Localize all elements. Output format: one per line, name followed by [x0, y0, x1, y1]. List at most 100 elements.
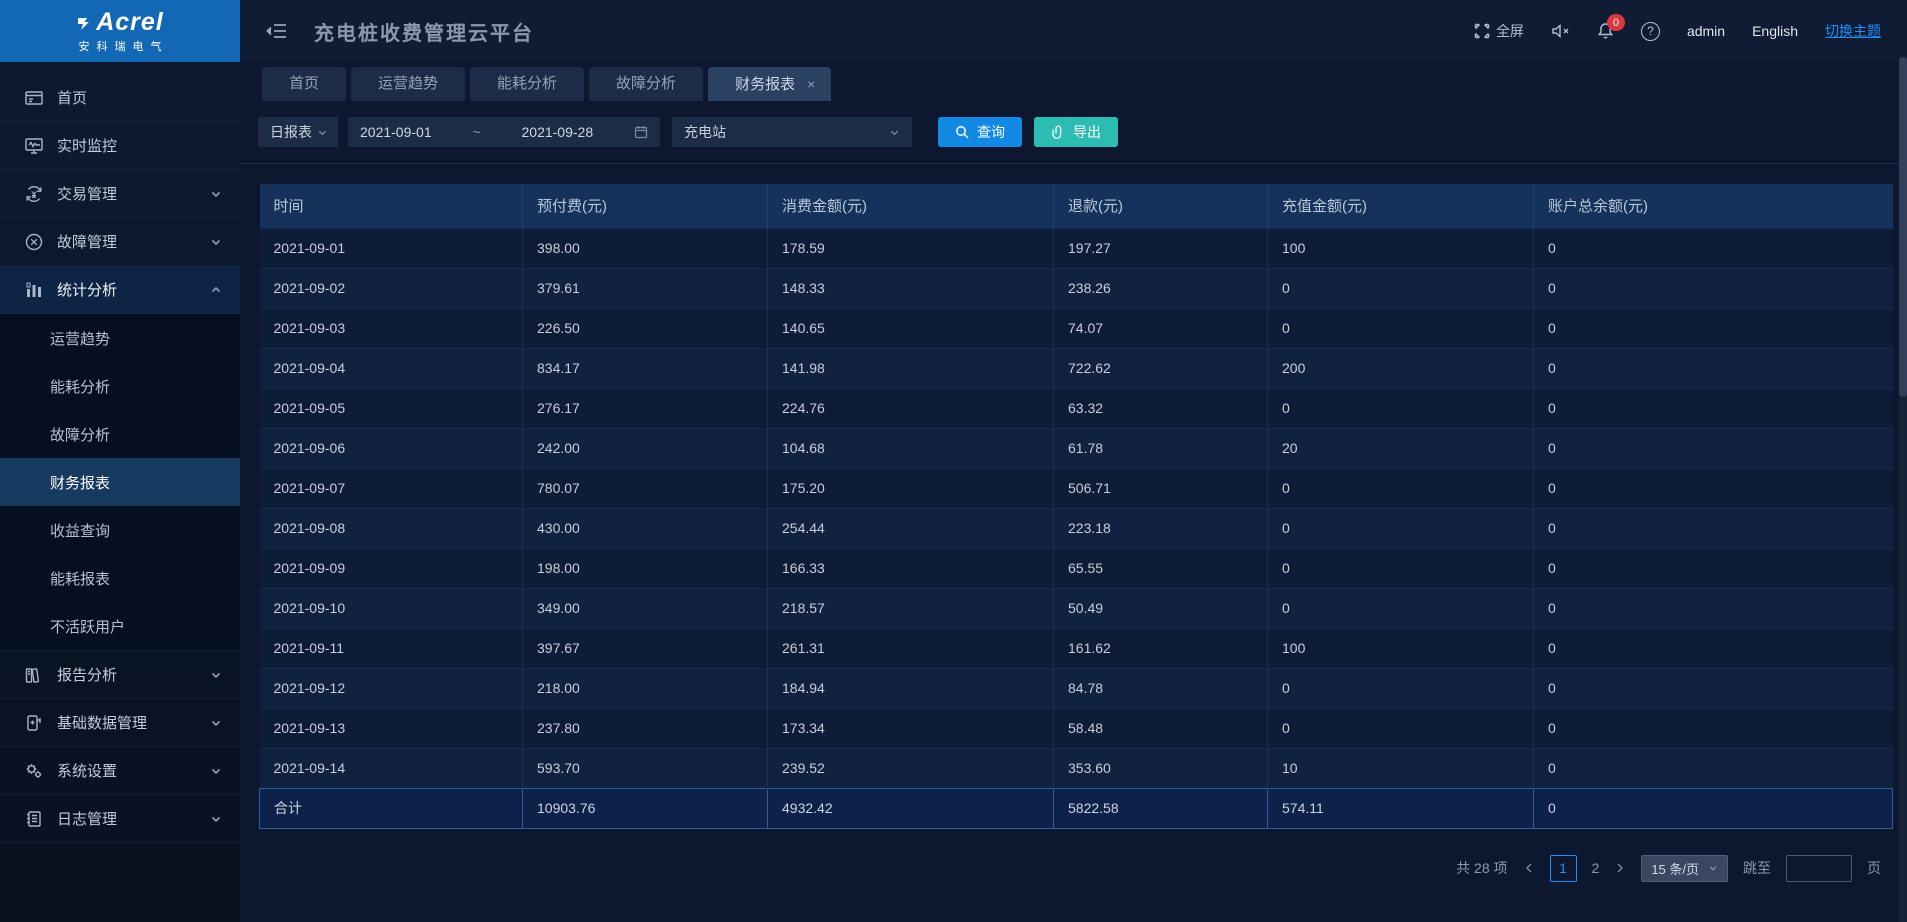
table-row: 2021-09-09198.00166.3365.5500 [260, 548, 1893, 588]
sidebar-item-financial-report[interactable]: 财务报表 [0, 458, 240, 506]
table-cell: 0 [1534, 388, 1893, 428]
tab-operation-trend[interactable]: 运营趋势 [351, 67, 465, 101]
table-cell: 175.20 [768, 468, 1054, 508]
sidebar-item-inactive-users[interactable]: 不活跃用户 [0, 602, 240, 650]
table-cell: 238.26 [1054, 268, 1268, 308]
language-switch[interactable]: English [1752, 23, 1798, 39]
table-cell: 223.18 [1054, 508, 1268, 548]
table-row: 2021-09-06242.00104.6861.78200 [260, 428, 1893, 468]
table-row: 2021-09-02379.61148.33238.2600 [260, 268, 1893, 308]
table-cell: 2021-09-05 [260, 388, 523, 428]
scrollbar-thumb[interactable] [1899, 57, 1907, 397]
fault-icon [24, 232, 44, 252]
sidebar-item-energy-report[interactable]: 能耗报表 [0, 554, 240, 602]
next-page-icon[interactable] [1614, 862, 1626, 874]
date-range-picker[interactable]: 2021-09-01 ~ 2021-09-28 [348, 117, 660, 147]
help-icon[interactable]: ? [1641, 22, 1660, 41]
table-cell: 0 [1268, 468, 1534, 508]
table-cell: 58.48 [1054, 708, 1268, 748]
report-type-select[interactable]: 日报表 [258, 117, 338, 147]
scrollbar[interactable] [1899, 57, 1907, 922]
sidebar-item-label: 交易管理 [57, 183, 117, 204]
table-cell: 74.07 [1054, 308, 1268, 348]
station-placeholder: 充电站 [684, 122, 726, 142]
table-cell: 506.71 [1054, 468, 1268, 508]
table-cell: 0 [1268, 708, 1534, 748]
summary-cell: 574.11 [1268, 788, 1534, 828]
notification-badge: 0 [1607, 14, 1625, 31]
sidebar-item-transactions[interactable]: 交易管理 [0, 170, 240, 218]
table-row: 2021-09-12218.00184.9484.7800 [260, 668, 1893, 708]
theme-switch-link[interactable]: 切换主题 [1825, 21, 1881, 41]
table-cell: 84.78 [1054, 668, 1268, 708]
statistics-icon [24, 280, 44, 300]
sidebar-item-faults[interactable]: 故障管理 [0, 218, 240, 266]
sidebar-item-energy-analysis[interactable]: 能耗分析 [0, 362, 240, 410]
table-cell: 20 [1268, 428, 1534, 468]
table-cell: 0 [1534, 508, 1893, 548]
sidebar-item-revenue-query[interactable]: 收益查询 [0, 506, 240, 554]
monitor-icon [24, 136, 44, 156]
table-cell: 0 [1268, 268, 1534, 308]
sidebar-item-label: 系统设置 [57, 760, 117, 781]
chevron-down-icon [210, 669, 222, 681]
tab-fault-analysis[interactable]: 故障分析 [589, 67, 703, 101]
sidebar-item-statistics[interactable]: 统计分析 [0, 266, 240, 314]
log-icon [24, 809, 44, 829]
table-row: 2021-09-10349.00218.5750.4900 [260, 588, 1893, 628]
table-cell: 379.61 [523, 268, 768, 308]
prev-page-icon[interactable] [1523, 862, 1535, 874]
sidebar-item-log-management[interactable]: 日志管理 [0, 795, 240, 843]
tab-energy-analysis[interactable]: 能耗分析 [470, 67, 584, 101]
logo-text: Acrel [96, 8, 164, 37]
summary-cell: 5822.58 [1054, 788, 1268, 828]
table-cell: 430.00 [523, 508, 768, 548]
sidebar-item-system-settings[interactable]: 系统设置 [0, 747, 240, 795]
export-button[interactable]: 导出 [1034, 117, 1118, 147]
tab-home[interactable]: 首页 [262, 67, 346, 101]
notifications-button[interactable]: 0 [1597, 22, 1614, 40]
sidebar-item-base-data[interactable]: 基础数据管理 [0, 699, 240, 747]
table-cell: 184.94 [768, 668, 1054, 708]
financial-report-table: 时间 预付费(元) 消费金额(元) 退款(元) 充值金额(元) 账户总余额(元)… [259, 184, 1893, 829]
jump-page-input[interactable] [1786, 855, 1852, 882]
sidebar-item-realtime-monitor[interactable]: 实时监控 [0, 122, 240, 170]
page-size-select[interactable]: 15 条/页 [1641, 855, 1728, 882]
sidebar-item-label: 统计分析 [57, 279, 117, 300]
table-cell: 0 [1534, 428, 1893, 468]
tab-label: 财务报表 [735, 76, 795, 93]
page-unit-label: 页 [1867, 858, 1881, 878]
sidebar-item-fault-analysis[interactable]: 故障分析 [0, 410, 240, 458]
station-select[interactable]: 充电站 [672, 117, 912, 147]
summary-cell: 0 [1534, 788, 1893, 828]
fullscreen-icon [1474, 23, 1490, 39]
query-label: 查询 [977, 122, 1005, 142]
mute-button[interactable] [1551, 23, 1570, 39]
sidebar-item-operation-trend[interactable]: 运营趋势 [0, 314, 240, 362]
query-button[interactable]: 查询 [938, 117, 1022, 147]
summary-cell: 10903.76 [523, 788, 768, 828]
table-cell: 198.00 [523, 548, 768, 588]
page-size-value: 15 条/页 [1651, 859, 1699, 878]
table-cell: 2021-09-14 [260, 748, 523, 788]
user-menu[interactable]: admin [1687, 23, 1725, 39]
close-icon[interactable]: × [807, 76, 815, 92]
page-number[interactable]: 2 [1592, 860, 1600, 876]
sidebar-item-home[interactable]: 首页 [0, 74, 240, 122]
table-cell: 140.65 [768, 308, 1054, 348]
table-cell: 0 [1534, 588, 1893, 628]
transaction-icon [24, 184, 44, 204]
table-cell: 148.33 [768, 268, 1054, 308]
menu-fold-icon[interactable] [266, 22, 288, 40]
report-table-container: 时间 预付费(元) 消费金额(元) 退款(元) 充值金额(元) 账户总余额(元)… [259, 184, 1893, 829]
fullscreen-button[interactable]: 全屏 [1474, 21, 1524, 41]
page-number-current[interactable]: 1 [1550, 855, 1577, 882]
table-cell: 261.31 [768, 628, 1054, 668]
tab-label: 运营趋势 [378, 75, 438, 92]
sidebar-item-label: 故障管理 [57, 231, 117, 252]
tab-financial-report[interactable]: 财务报表 × [708, 67, 831, 101]
table-cell: 0 [1268, 588, 1534, 628]
sidebar-item-report-analysis[interactable]: 报告分析 [0, 651, 240, 699]
logo: Acrel 安科瑞电气 [0, 0, 240, 62]
date-start-value: 2021-09-01 [360, 124, 432, 140]
